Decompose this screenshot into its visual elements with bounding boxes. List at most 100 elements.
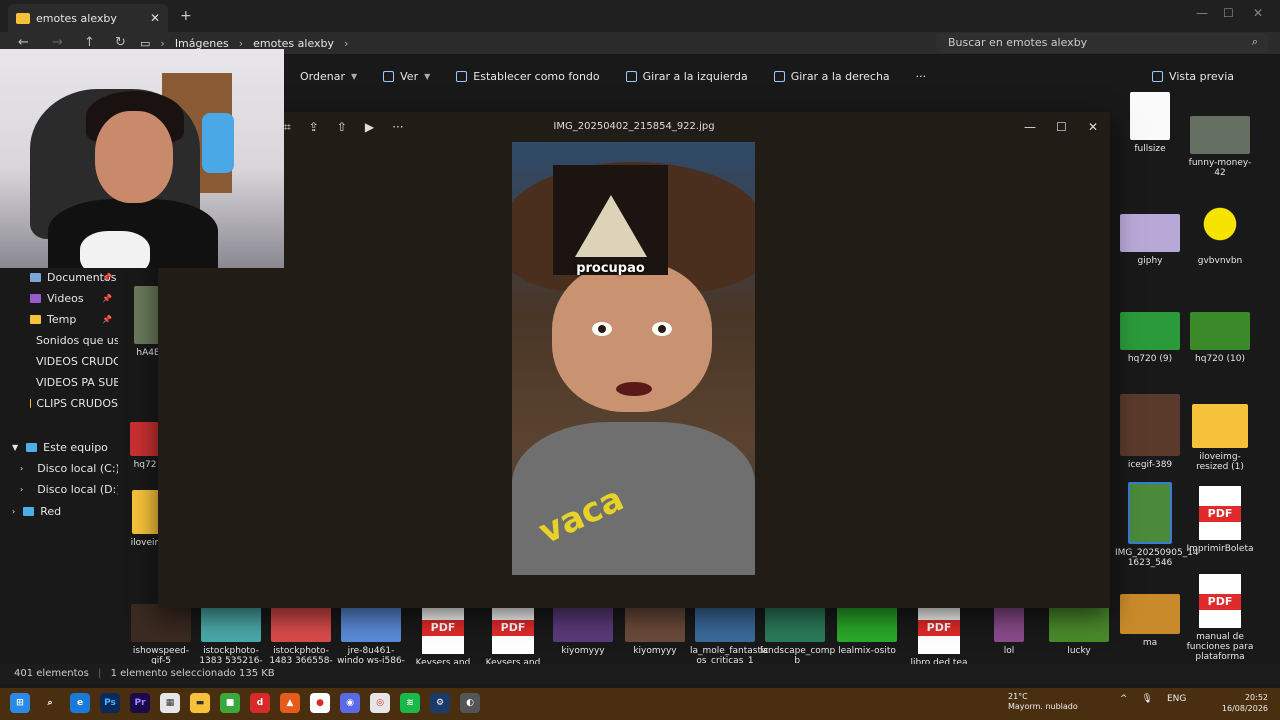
explorer-tab[interactable]: emotes alexby ✕ xyxy=(8,4,168,32)
search-input[interactable]: Buscar en emotes alexby ⌕ xyxy=(936,33,1268,53)
file-thumbnail xyxy=(625,604,685,642)
share-alt-icon[interactable]: ⇧ xyxy=(337,120,347,135)
premiere-icon[interactable]: Pr xyxy=(130,693,150,713)
viewer-close-button[interactable]: ✕ xyxy=(1088,120,1098,134)
file-name: gvbvnvbn xyxy=(1197,256,1243,266)
list-item[interactable]: funny-money-42 xyxy=(1185,116,1255,178)
list-item[interactable]: IMG_20250905_14 1623_546 xyxy=(1115,482,1199,568)
discord-icon[interactable]: ◉ xyxy=(340,693,360,713)
back-button[interactable]: ← xyxy=(18,35,29,50)
list-item[interactable]: PDF libro ded tea xyxy=(904,600,974,668)
clock-date: 16/08/2026 xyxy=(1221,704,1268,713)
pdf-icon: PDF xyxy=(422,600,464,654)
list-item[interactable]: ishowspeed-gif-5 xyxy=(126,604,196,666)
monitor-icon[interactable]: ▭ xyxy=(140,37,150,50)
file-thumbnail xyxy=(1192,196,1248,252)
list-item[interactable]: icegif-389 xyxy=(1115,394,1185,470)
brave-icon[interactable]: ▲ xyxy=(280,693,300,713)
list-item[interactable]: ma xyxy=(1115,594,1185,648)
view-button[interactable]: Ver ▼ xyxy=(383,70,430,83)
list-item[interactable]: landscape_comp _b xyxy=(760,604,836,666)
clock[interactable]: 20:52 16/08/2026 xyxy=(1220,692,1268,714)
sidebar-item-disco-d[interactable]: › Disco local (D:) xyxy=(0,480,118,498)
file-thumbnail xyxy=(1190,312,1250,350)
photoshop-icon[interactable]: Ps xyxy=(100,693,120,713)
app-icon[interactable]: ● xyxy=(310,693,330,713)
sidebar-item-documentos[interactable]: Documentos 📌 xyxy=(0,268,118,286)
chrome-icon[interactable]: ◎ xyxy=(370,693,390,713)
list-item[interactable]: giphy xyxy=(1115,214,1185,266)
close-tab-icon[interactable]: ✕ xyxy=(150,11,160,25)
new-tab-button[interactable]: + xyxy=(180,8,192,24)
close-window-button[interactable]: ✕ xyxy=(1253,6,1263,20)
viewer-minimize-button[interactable]: — xyxy=(1024,120,1036,134)
photo-image[interactable]: vaca procupao xyxy=(512,142,755,575)
rotate-left-button[interactable]: Girar a la izquierda xyxy=(625,70,748,83)
list-item[interactable]: kiyomyyy xyxy=(620,604,690,656)
preview-button[interactable]: Vista previa xyxy=(1152,70,1234,83)
sidebar-item-sonidos[interactable]: Sonidos que usa Farf xyxy=(0,331,118,349)
breadcrumb-item-emotes[interactable]: emotes alexby xyxy=(253,37,334,50)
obs-icon[interactable]: ◐ xyxy=(460,693,480,713)
sidebar-item-red[interactable]: › Red xyxy=(0,502,118,520)
forward-button[interactable]: → xyxy=(52,35,63,50)
sidebar-item-disco-c[interactable]: › Disco local (C:) xyxy=(0,459,118,477)
minimize-button[interactable]: — xyxy=(1196,6,1208,20)
search-icon: ⌕ xyxy=(1251,35,1258,48)
calculator-icon[interactable]: ▦ xyxy=(160,693,180,713)
list-item[interactable]: fullsize xyxy=(1115,92,1185,154)
list-item[interactable]: lealmix-osito xyxy=(832,604,902,656)
list-item[interactable]: kiyomyyy xyxy=(548,604,618,656)
spotify-icon[interactable]: ≋ xyxy=(400,693,420,713)
minecraft-icon[interactable]: ■ xyxy=(220,693,240,713)
sidebar-item-este-equipo[interactable]: ▼ Este equipo xyxy=(0,438,118,456)
slideshow-icon[interactable]: ▶ xyxy=(365,120,374,135)
sidebar-item-label: Sonidos que usa Farf xyxy=(36,333,118,347)
sidebar-item-temp[interactable]: Temp 📌 xyxy=(0,310,118,328)
list-item[interactable]: hq720 (10) xyxy=(1185,312,1255,364)
more-icon[interactable]: ··· xyxy=(392,120,403,135)
sort-button[interactable]: Ordenar ▼ xyxy=(300,70,357,83)
list-item[interactable]: PDF ImprimirBoleta xyxy=(1185,486,1255,554)
start-icon[interactable]: ⊞ xyxy=(10,693,30,713)
sidebar-item-videos-crudos[interactable]: VIDEOS CRUDOS xyxy=(0,352,118,370)
crop-icon[interactable]: ⌗ xyxy=(284,120,291,135)
title-bar: emotes alexby ✕ + — ☐ ✕ xyxy=(0,0,1280,32)
set-background-button[interactable]: Establecer como fondo xyxy=(456,70,600,83)
viewer-maximize-button[interactable]: ☐ xyxy=(1056,120,1067,134)
steam-icon[interactable]: ⚙ xyxy=(430,693,450,713)
search-icon[interactable]: ⌕ xyxy=(40,693,60,713)
sidebar-item-videos-pa-subir[interactable]: VIDEOS PA SUBIR xyxy=(0,373,118,391)
refresh-button[interactable]: ↻ xyxy=(115,35,126,50)
clock-time: 20:52 xyxy=(1244,693,1268,702)
more-options-button[interactable]: ··· xyxy=(916,70,927,83)
maximize-button[interactable]: ☐ xyxy=(1223,6,1234,20)
list-item[interactable]: la_mole_fantastic os_criticas_1 xyxy=(690,604,768,666)
chevron-up-icon[interactable]: ^ xyxy=(1120,694,1128,704)
list-item[interactable]: gvbvnvbn xyxy=(1185,196,1255,266)
breadcrumb-item-imagenes[interactable]: Imágenes xyxy=(175,37,229,50)
microphone-icon[interactable]: 🎙 xyxy=(1142,694,1153,704)
list-item[interactable]: lol xyxy=(974,604,1044,656)
file-name: ishowspeed-gif-5 xyxy=(132,646,190,666)
language-indicator[interactable]: ENG xyxy=(1167,694,1186,704)
list-item[interactable]: iloveimg-resized (1) xyxy=(1185,404,1255,472)
up-button[interactable]: ↑ xyxy=(84,35,95,50)
file-name: landscape_comp _b xyxy=(760,646,836,666)
share-icon[interactable]: ⇪ xyxy=(309,120,319,135)
list-item[interactable]: PDF manual de funciones para plataforma xyxy=(1185,574,1255,662)
pdf-icon: PDF xyxy=(492,600,534,654)
photo-viewer-window: IMG_20250402_215854_922.jpg ⌗ ⇪ ⇧ ▶ ··· … xyxy=(158,112,1110,608)
rotate-right-button[interactable]: Girar a la derecha xyxy=(773,70,890,83)
file-explorer-icon[interactable]: ▬ xyxy=(190,693,210,713)
chevron-right-icon: › xyxy=(20,484,24,494)
app-d-icon[interactable]: d xyxy=(250,693,270,713)
sidebar-item-videos[interactable]: Videos 📌 xyxy=(0,289,118,307)
file-name: fullsize xyxy=(1134,144,1166,154)
weather-widget[interactable]: 21°C Mayorm. nublado xyxy=(1008,692,1078,712)
list-item[interactable]: hq720 (9) xyxy=(1115,312,1185,364)
list-item[interactable]: lucky xyxy=(1044,604,1114,656)
file-name: manual de funciones para plataforma xyxy=(1186,632,1254,662)
edge-icon[interactable]: e xyxy=(70,693,90,713)
sidebar-item-clips-crudos[interactable]: CLIPS CRUDOS xyxy=(0,394,118,412)
